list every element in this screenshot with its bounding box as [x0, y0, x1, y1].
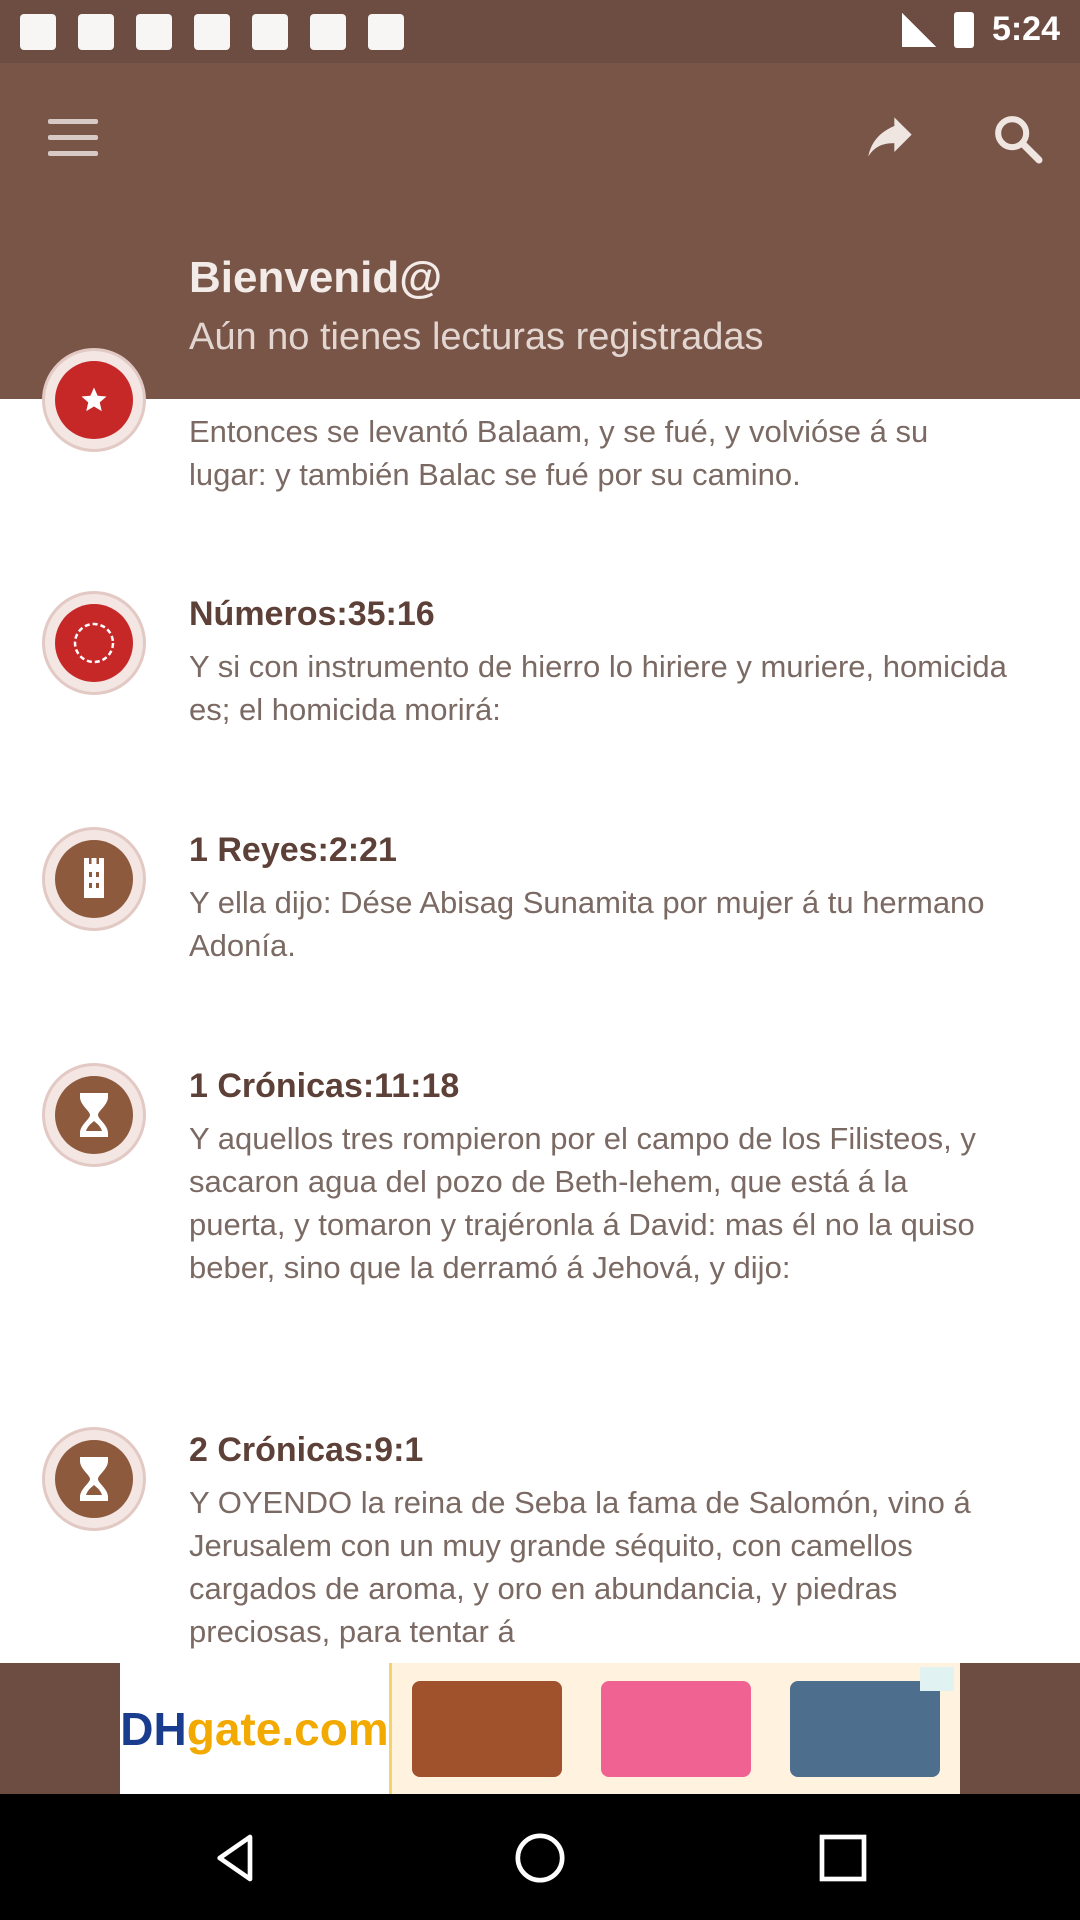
readings-list[interactable]: Entonces se levantó Balaam, y se fué, y …	[0, 399, 1080, 1663]
share-icon[interactable]	[862, 113, 918, 165]
reading-text: Y ella dijo: Dése Abisag Sunamita por mu…	[189, 885, 985, 963]
bag-image	[600, 1680, 751, 1777]
home-icon[interactable]	[512, 1830, 568, 1886]
notification-icon	[310, 14, 346, 50]
clock: 5:24	[991, 10, 1060, 48]
search-icon[interactable]	[990, 111, 1046, 167]
notification-icon	[252, 14, 288, 50]
reading-text: Y OYENDO la reina de Seba la fama de Sal…	[189, 1485, 971, 1649]
badge-icon	[42, 591, 146, 695]
hourglass-icon	[42, 1063, 146, 1167]
reading-text: Y aquellos tres rompieron por el campo d…	[189, 1121, 976, 1285]
recents-icon[interactable]	[815, 1830, 871, 1886]
ad-logo: DH gate.com	[120, 1663, 392, 1794]
notification-icon	[368, 14, 404, 50]
notification-icon	[136, 14, 172, 50]
navigation-bar	[0, 1794, 1080, 1920]
reading-reference: 2 Crónicas:9:1	[189, 1431, 424, 1469]
app-bar: Bienvenid@ Aún no tienes lecturas regist…	[0, 63, 1080, 399]
status-bar: 5:24	[0, 0, 1080, 63]
bag-image	[790, 1680, 941, 1777]
battery-icon	[953, 11, 974, 48]
menu-icon[interactable]	[48, 119, 100, 159]
signal-icon	[901, 12, 936, 47]
notification-icon	[194, 14, 230, 50]
ad-content[interactable]: DH gate.com	[120, 1663, 960, 1794]
ad-banner[interactable]: DH gate.com	[0, 1663, 1080, 1794]
reading-reference: 1 Reyes:2:21	[189, 831, 397, 869]
hourglass-icon	[42, 1427, 146, 1531]
reading-reference: Números:35:16	[189, 595, 435, 633]
welcome-title: Bienvenid@	[189, 253, 443, 302]
ad-image	[392, 1663, 960, 1794]
castle-icon	[42, 827, 146, 931]
welcome-subtitle: Aún no tienes lecturas registradas	[189, 316, 764, 358]
reading-reference: 1 Crónicas:11:18	[189, 1067, 460, 1105]
back-icon[interactable]	[208, 1830, 264, 1886]
reading-text: Y si con instrumento de hierro lo hirier…	[189, 649, 1007, 727]
notification-icon	[20, 14, 56, 50]
bag-image	[411, 1680, 562, 1777]
reading-text: Entonces se levantó Balaam, y se fué, y …	[189, 414, 929, 492]
ad-choices-icon[interactable]	[920, 1667, 954, 1691]
notification-icon	[78, 14, 114, 50]
star-badge-icon	[42, 348, 146, 452]
